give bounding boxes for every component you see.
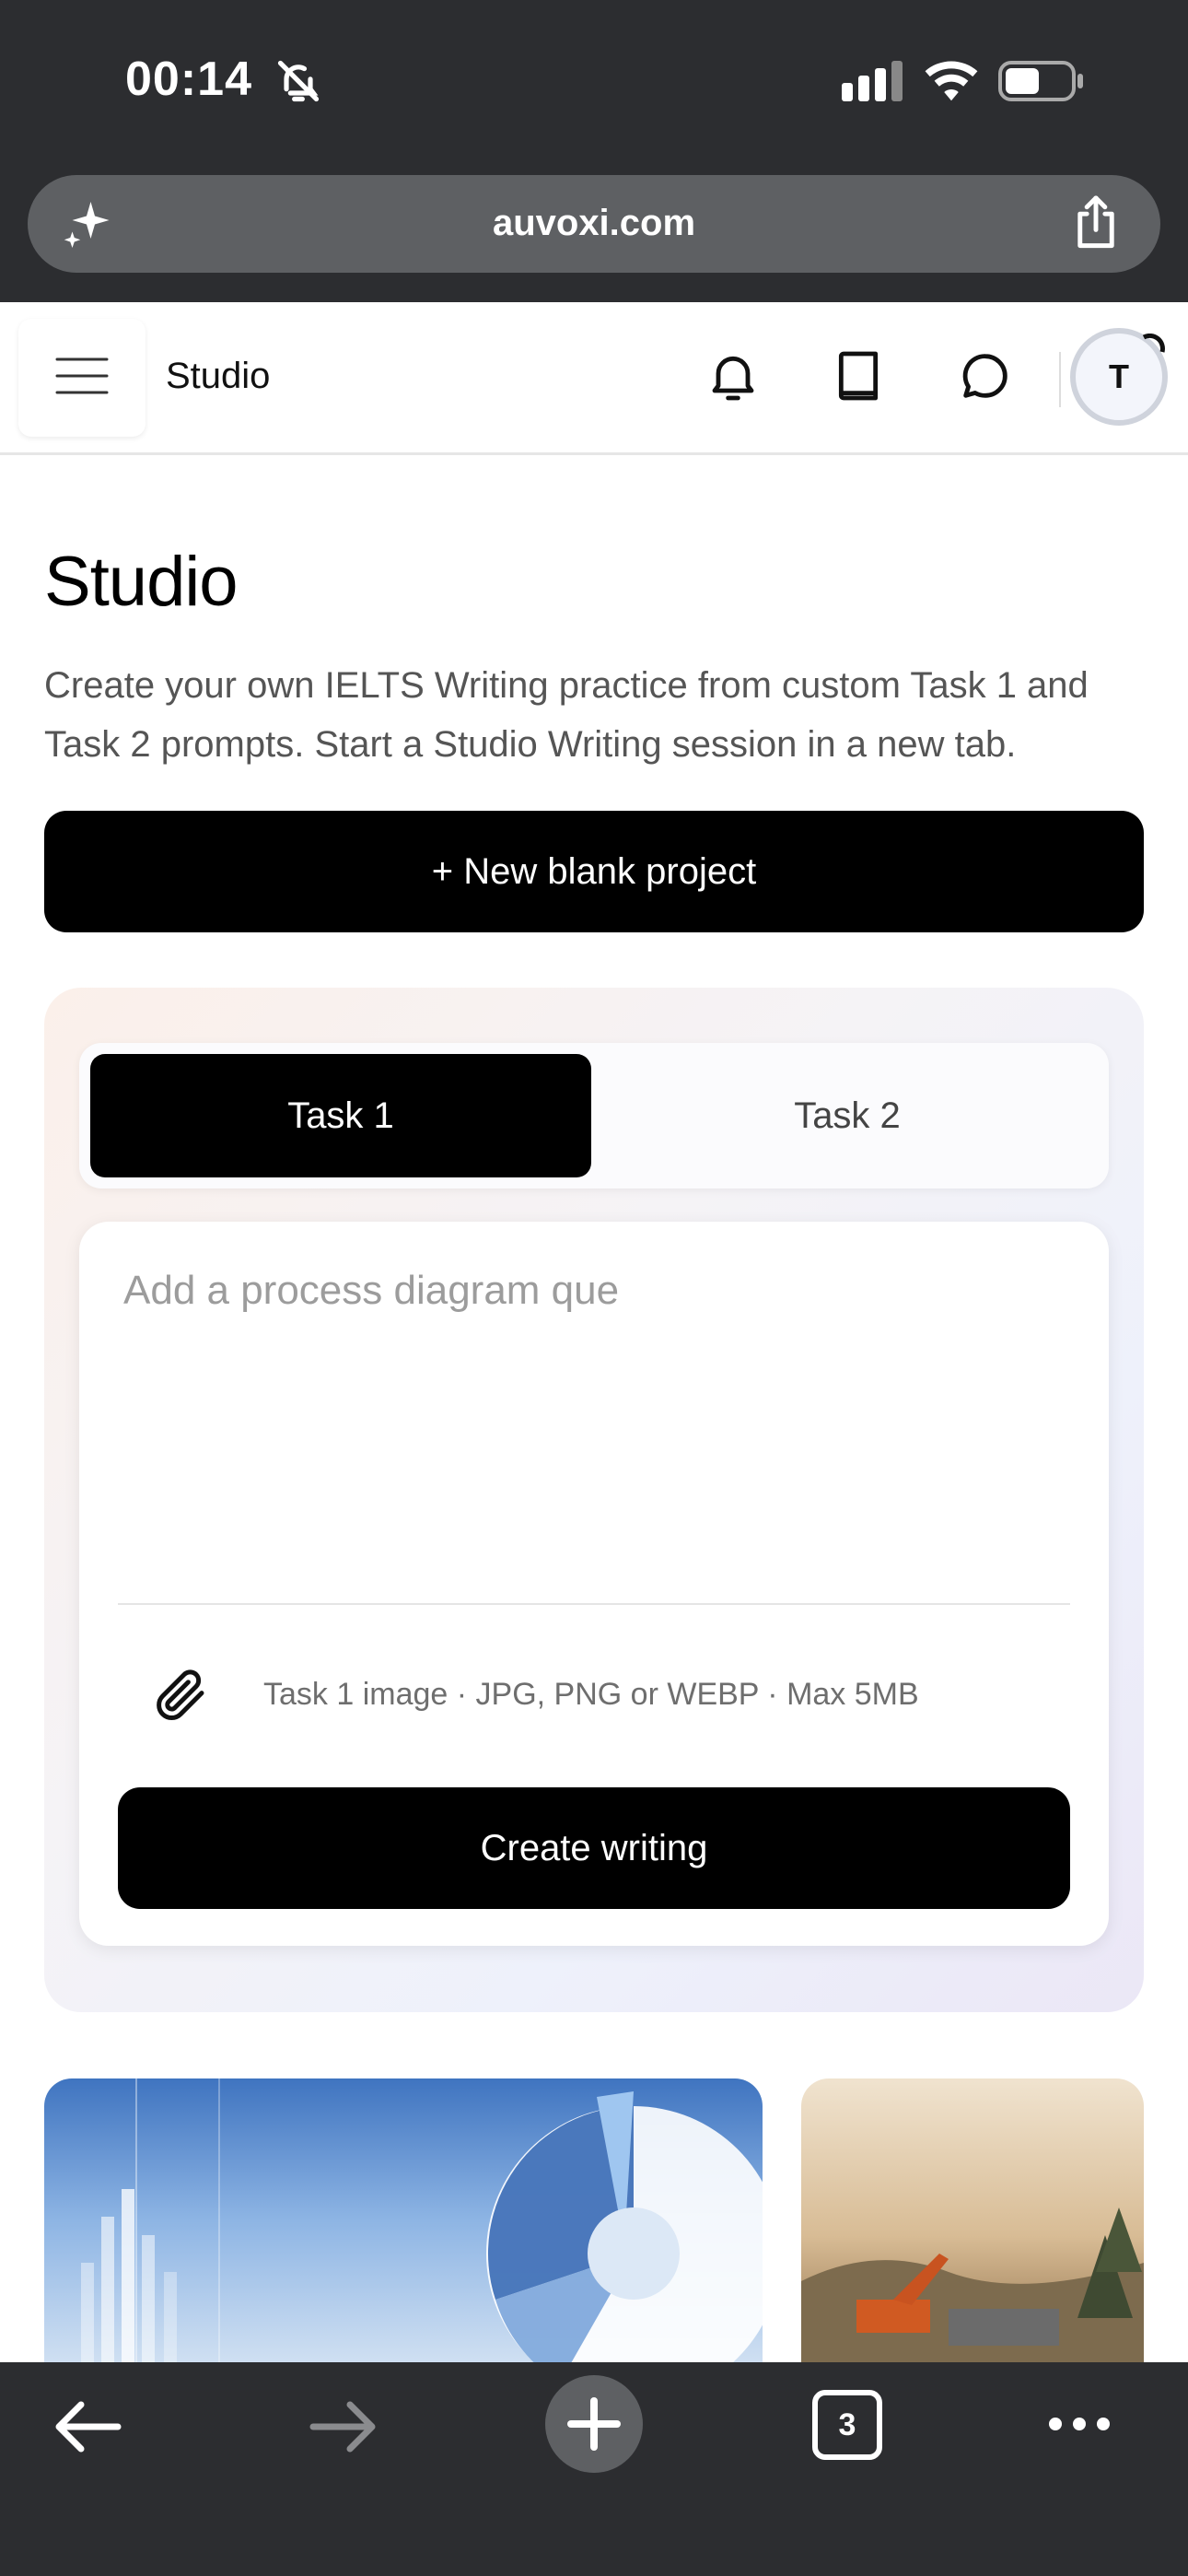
- cellular-signal-icon: [842, 61, 903, 101]
- url-text[interactable]: auvoxi.com: [28, 203, 1160, 244]
- menu-button[interactable]: [18, 319, 146, 437]
- book-icon[interactable]: [829, 346, 888, 405]
- address-bar[interactable]: auvoxi.com: [28, 175, 1160, 273]
- header-divider: [1059, 352, 1061, 407]
- back-arrow-icon[interactable]: [53, 2399, 123, 2454]
- prompt-composer-card: Task 1 Task 2 Task 1 image · JPG, PNG or…: [44, 988, 1144, 2012]
- chart-illustration: [81, 2078, 763, 2364]
- new-tab-button[interactable]: [545, 2375, 643, 2473]
- bell-off-icon: [277, 60, 320, 102]
- browser-chrome-bottom: 3: [0, 2362, 1188, 2576]
- landscape-illustration: [801, 2207, 1144, 2364]
- more-options-icon[interactable]: [1046, 2414, 1112, 2434]
- prompt-box: Task 1 image · JPG, PNG or WEBP · Max 5M…: [79, 1222, 1109, 1946]
- tab-switcher-button[interactable]: 3: [812, 2390, 882, 2460]
- forward-arrow-icon[interactable]: [308, 2399, 378, 2454]
- notifications-bell-icon[interactable]: [704, 346, 763, 405]
- plus-icon: [567, 2397, 621, 2451]
- progress-ring-icon: [1142, 334, 1165, 353]
- browser-chrome-top: 00:14 auvoxi.com: [0, 0, 1188, 302]
- prompt-input[interactable]: [123, 1268, 1065, 1590]
- page-description: Create your own IELTS Writing practice f…: [44, 665, 1089, 765]
- header-title: Studio: [166, 356, 271, 396]
- sample-card-landscape-image[interactable]: [801, 2078, 1144, 2364]
- new-blank-project-button[interactable]: + New blank project: [44, 811, 1144, 932]
- status-time: 00:14: [125, 53, 252, 106]
- task-tabs: Task 1 Task 2: [79, 1043, 1109, 1188]
- page-title: Studio: [44, 543, 238, 621]
- tab-task-1[interactable]: Task 1: [90, 1054, 591, 1177]
- sample-card-chart-image[interactable]: [44, 2078, 763, 2364]
- attachment-hint: Task 1 image · JPG, PNG or WEBP · Max 5M…: [263, 1677, 919, 1712]
- paperclip-icon[interactable]: [151, 1664, 212, 1725]
- prompt-divider: [118, 1603, 1070, 1605]
- site-header: Studio T: [0, 302, 1188, 455]
- create-writing-button[interactable]: Create writing: [118, 1787, 1070, 1909]
- tab-task-2[interactable]: Task 2: [597, 1054, 1098, 1177]
- hamburger-icon: [55, 357, 109, 394]
- wifi-icon: [925, 61, 978, 101]
- chat-bubble-icon[interactable]: [956, 346, 1015, 405]
- battery-icon: [998, 61, 1083, 101]
- share-icon[interactable]: [1068, 193, 1124, 252]
